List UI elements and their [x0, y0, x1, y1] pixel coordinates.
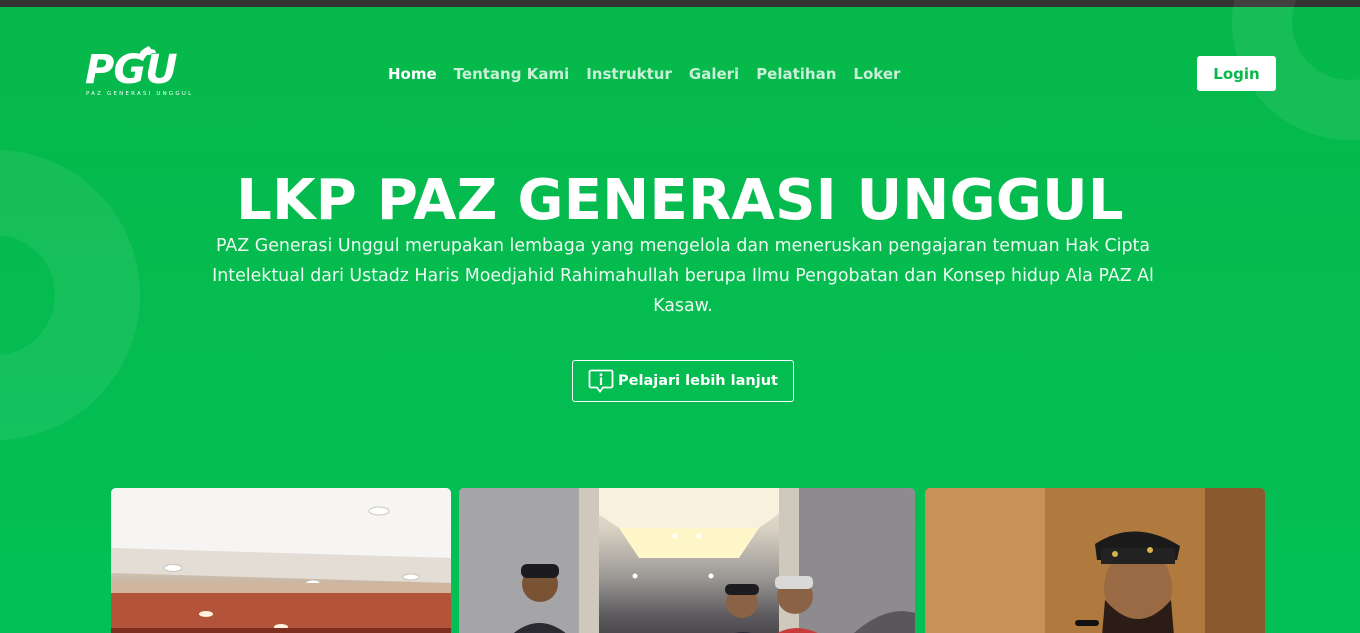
nav-instruktur[interactable]: Instruktur	[586, 65, 672, 83]
nav-tentang-kami[interactable]: Tentang Kami	[454, 65, 570, 83]
nav-galeri[interactable]: Galeri	[689, 65, 739, 83]
gallery-photo-speaker[interactable]	[925, 488, 1265, 633]
hero-description: PAZ Generasi Unggul merupakan lembaga ya…	[212, 236, 1154, 316]
hero-title: LKP PAZ GENERASI UNGGUL	[236, 168, 1124, 233]
logo[interactable]: PGU PAZ GENERASI UNGGUL	[85, 46, 217, 100]
main-nav: Home Tentang Kami Instruktur Galeri Pela…	[388, 63, 900, 85]
gallery-photo-group[interactable]	[459, 488, 915, 633]
learn-more-button[interactable]: Pelajari lebih lanjut	[572, 360, 794, 402]
login-button[interactable]: Login	[1197, 56, 1276, 91]
nav-pelatihan[interactable]: Pelatihan	[756, 65, 836, 83]
info-icon	[588, 369, 614, 393]
photo-3-art	[925, 488, 1265, 633]
logo-text: PGU	[85, 47, 178, 93]
nav-loker[interactable]: Loker	[853, 65, 900, 83]
photo-1-art	[111, 488, 451, 633]
nav-home[interactable]: Home	[388, 65, 437, 83]
logo-subtitle: PAZ GENERASI UNGGUL	[86, 91, 194, 97]
top-bar	[0, 0, 1360, 7]
learn-more-label: Pelajari lebih lanjut	[618, 373, 778, 389]
landing-page: PGU PAZ GENERASI UNGGUL Home Tentang Kam…	[0, 0, 1360, 633]
gallery-photo-ceiling-lights[interactable]	[111, 488, 451, 633]
photo-2-art	[459, 488, 915, 633]
